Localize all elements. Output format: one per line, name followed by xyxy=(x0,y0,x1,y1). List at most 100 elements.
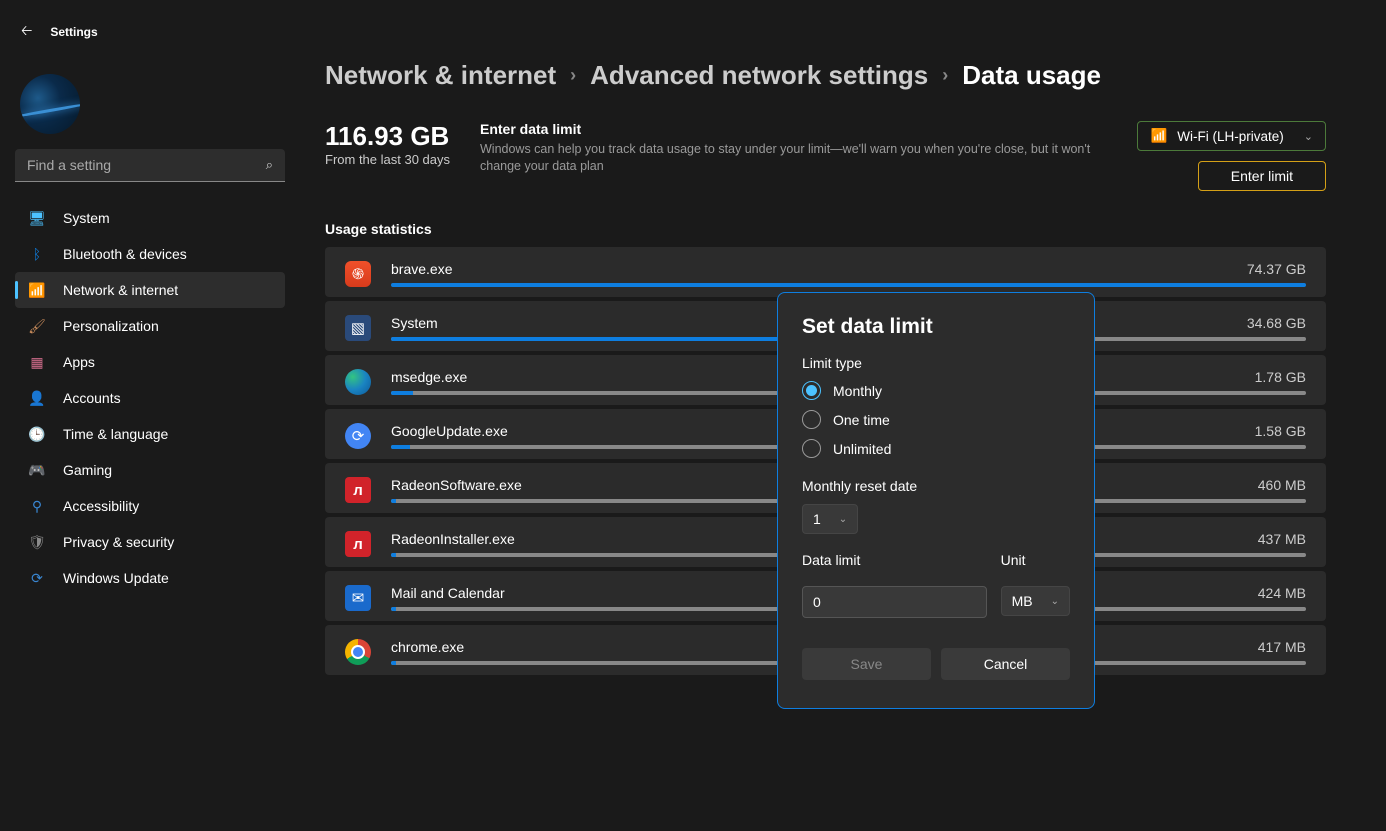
limit-type-label: Limit type xyxy=(802,355,1070,371)
sidebar-item-label: Windows Update xyxy=(63,570,169,586)
back-button[interactable]: 🡠 xyxy=(21,20,32,44)
radio-label: Unlimited xyxy=(833,441,891,457)
app-usage-value: 437 MB xyxy=(1258,531,1306,547)
sidebar-item-bluetooth-devices[interactable]: ᛒ Bluetooth & devices xyxy=(15,236,285,272)
avatar[interactable] xyxy=(20,74,80,134)
app-usage-value: 1.58 GB xyxy=(1255,423,1306,439)
app-usage-value: 417 MB xyxy=(1258,639,1306,655)
enter-data-limit-desc: Windows can help you track data usage to… xyxy=(480,141,1100,175)
radio-one-time[interactable]: One time xyxy=(802,410,1070,429)
ic-net-icon: 📶 xyxy=(29,282,45,298)
ic-acc-icon: ⚲ xyxy=(29,498,45,514)
chevron-right-icon: › xyxy=(570,65,576,86)
app-icon: ֍ xyxy=(345,261,371,287)
sidebar-item-label: Apps xyxy=(63,354,95,370)
breadcrumb-network[interactable]: Network & internet xyxy=(325,60,556,91)
total-usage-value: 116.93 GB xyxy=(325,121,450,152)
search-box[interactable]: ⌕ xyxy=(15,149,285,182)
sidebar-item-label: Privacy & security xyxy=(63,534,174,550)
app-icon: ▧ xyxy=(345,315,371,341)
wifi-icon: 📶 xyxy=(1150,128,1167,144)
usage-row: ֍ brave.exe 74.37 GB xyxy=(325,247,1326,297)
data-limit-label: Data limit xyxy=(802,552,987,568)
sidebar-item-privacy-security[interactable]: 🛡 Privacy & security xyxy=(15,524,285,560)
total-usage-period: From the last 30 days xyxy=(325,152,450,167)
sidebar-item-system[interactable]: 🖥 System xyxy=(15,200,285,236)
radio-monthly[interactable]: Monthly xyxy=(802,381,1070,400)
ic-apps-icon: ▦ xyxy=(29,354,45,370)
ic-time-icon: 🕒 xyxy=(29,426,45,442)
app-title: Settings xyxy=(50,25,97,39)
sidebar-item-label: Accounts xyxy=(63,390,121,406)
sidebar-item-label: Gaming xyxy=(63,462,112,478)
sidebar-item-gaming[interactable]: 🎮 Gaming xyxy=(15,452,285,488)
enter-limit-button[interactable]: Enter limit xyxy=(1198,161,1326,191)
network-selector-dropdown[interactable]: 📶 Wi-Fi (LH-private) ⌄ xyxy=(1137,121,1326,151)
radio-label: One time xyxy=(833,412,890,428)
sidebar-item-time-language[interactable]: 🕒 Time & language xyxy=(15,416,285,452)
app-usage-value: 460 MB xyxy=(1258,477,1306,493)
network-selector-label: Wi-Fi (LH-private) xyxy=(1177,129,1284,144)
radio-icon xyxy=(802,381,821,400)
chevron-right-icon: › xyxy=(942,65,948,86)
ic-game-icon: 🎮 xyxy=(29,462,45,478)
dialog-title: Set data limit xyxy=(802,315,1070,339)
enter-data-limit-title: Enter data limit xyxy=(480,121,1100,137)
app-icon: л xyxy=(345,477,371,503)
radio-icon xyxy=(802,439,821,458)
usage-statistics-title: Usage statistics xyxy=(325,221,1326,237)
app-usage-value: 1.78 GB xyxy=(1255,369,1306,385)
ic-wu-icon: ⟳ xyxy=(29,570,45,586)
breadcrumb-advanced[interactable]: Advanced network settings xyxy=(590,60,928,91)
app-name: System xyxy=(391,315,438,331)
app-usage-value: 424 MB xyxy=(1258,585,1306,601)
chevron-down-icon: ⌄ xyxy=(839,514,847,525)
radio-label: Monthly xyxy=(833,383,882,399)
save-button[interactable]: Save xyxy=(802,648,931,680)
app-icon xyxy=(345,639,371,665)
radio-icon xyxy=(802,410,821,429)
radio-unlimited[interactable]: Unlimited xyxy=(802,439,1070,458)
search-icon: ⌕ xyxy=(266,157,273,173)
reset-date-dropdown[interactable]: 1 ⌄ xyxy=(802,504,858,534)
ic-acct-icon: 👤 xyxy=(29,390,45,406)
set-data-limit-dialog: Set data limit Limit type Monthly One tim… xyxy=(777,292,1095,709)
sidebar-item-label: Bluetooth & devices xyxy=(63,246,187,262)
unit-label: Unit xyxy=(1001,552,1070,568)
sidebar-item-apps[interactable]: ▦ Apps xyxy=(15,344,285,380)
breadcrumb: Network & internet › Advanced network se… xyxy=(325,60,1326,91)
ic-sys-icon: 🖥 xyxy=(29,210,45,226)
cancel-button[interactable]: Cancel xyxy=(941,648,1070,680)
app-name: RadeonInstaller.exe xyxy=(391,531,515,547)
sidebar-item-network-internet[interactable]: 📶 Network & internet xyxy=(15,272,285,308)
ic-pers-icon: 🖌 xyxy=(29,318,45,334)
app-name: Mail and Calendar xyxy=(391,585,505,601)
app-usage-value: 74.37 GB xyxy=(1247,261,1306,277)
app-icon: л xyxy=(345,531,371,557)
app-name: chrome.exe xyxy=(391,639,464,655)
breadcrumb-current: Data usage xyxy=(962,60,1101,91)
sidebar-item-accounts[interactable]: 👤 Accounts xyxy=(15,380,285,416)
ic-priv-icon: 🛡 xyxy=(29,534,45,550)
unit-dropdown[interactable]: MB ⌄ xyxy=(1001,586,1070,616)
sidebar-item-label: Accessibility xyxy=(63,498,139,514)
sidebar-item-accessibility[interactable]: ⚲ Accessibility xyxy=(15,488,285,524)
sidebar-item-label: System xyxy=(63,210,110,226)
app-usage-value: 34.68 GB xyxy=(1247,315,1306,331)
app-name: msedge.exe xyxy=(391,369,467,385)
chevron-down-icon: ⌄ xyxy=(1051,596,1059,607)
sidebar-item-label: Network & internet xyxy=(63,282,178,298)
usage-bar xyxy=(391,283,1306,287)
reset-date-label: Monthly reset date xyxy=(802,478,1070,494)
sidebar-item-windows-update[interactable]: ⟳ Windows Update xyxy=(15,560,285,596)
ic-bt-icon: ᛒ xyxy=(29,246,45,262)
app-icon xyxy=(345,369,371,395)
data-limit-input[interactable] xyxy=(802,586,987,618)
sidebar-item-label: Time & language xyxy=(63,426,168,442)
sidebar-item-label: Personalization xyxy=(63,318,159,334)
sidebar-item-personalization[interactable]: 🖌 Personalization xyxy=(15,308,285,344)
app-name: RadeonSoftware.exe xyxy=(391,477,522,493)
chevron-down-icon: ⌄ xyxy=(1304,130,1313,143)
search-input[interactable] xyxy=(27,157,266,173)
app-icon: ✉ xyxy=(345,585,371,611)
